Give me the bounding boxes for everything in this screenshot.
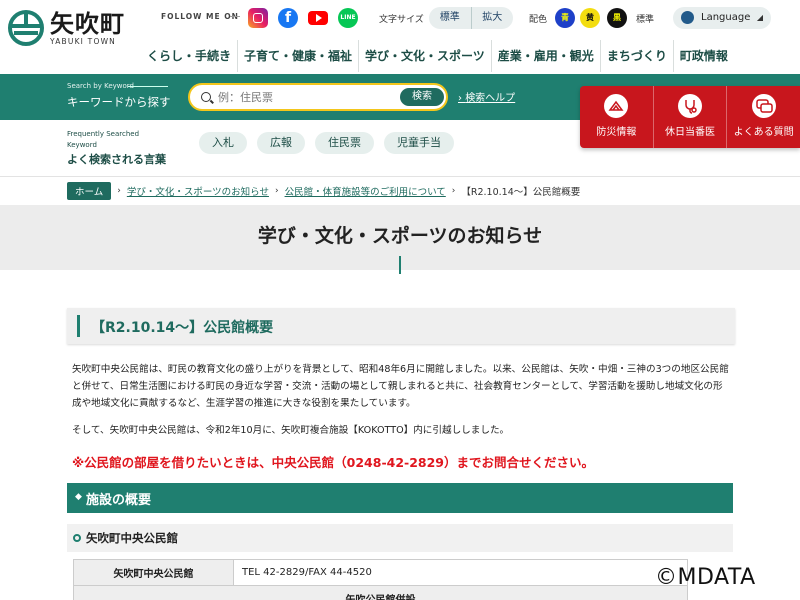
article-heading: 【R2.10.14～】公民館概要 (67, 308, 735, 344)
nav-item-learning-culture[interactable]: 学び・文化・スポーツ (358, 40, 491, 72)
logo-name-en: YABUKI TOWN (50, 36, 116, 46)
article-paragraph-2: そして、矢吹町中央公民館は、令和2年10月に、矢吹町複合施設【KOKOTTO】内… (72, 425, 510, 436)
article-paragraph-1: 矢吹町中央公民館は、町民の教育文化の盛り上がりを背景として、昭和48年6月に開館… (72, 364, 729, 409)
divider (0, 176, 800, 177)
nav-item-industry[interactable]: 産業・雇用・観光 (490, 40, 600, 72)
tag-bulletin[interactable]: 広報 (257, 132, 305, 154)
color-scheme-label: 配色 (529, 15, 548, 25)
quick-link-label: よくある質問 (733, 127, 794, 138)
frequent-label-en: Frequently Searched Keyword (67, 130, 140, 149)
language-label: Language (701, 12, 751, 23)
stethoscope-icon (678, 94, 702, 118)
quick-link-label: 防災情報 (596, 127, 637, 138)
subsection-heading-text: 矢吹町中央公民館 (86, 531, 178, 545)
search-box: 検索 (188, 83, 448, 111)
quick-links: 防災情報 休日当番医 よくある質問 (580, 86, 800, 148)
page-title: 学び・文化・スポーツのお知らせ (257, 225, 543, 247)
nav-item-childcare-health[interactable]: 子育て・健康・福祉 (237, 40, 358, 72)
youtube-icon[interactable] (308, 11, 328, 25)
caret-down-icon: ◢ (756, 13, 763, 22)
font-size-label: 文字サイズ (379, 15, 424, 25)
breadcrumb-home[interactable]: ホーム (67, 182, 112, 200)
table-row: 矢吹公民館併設 (73, 585, 688, 600)
font-size-switch: 標準 拡大 (429, 7, 513, 29)
site-logo[interactable]: 矢吹町 YABUKI TOWN (8, 10, 125, 46)
font-size-large-button[interactable]: 拡大 (472, 7, 514, 29)
search-button[interactable]: 検索 (400, 88, 444, 106)
watermark: ©MDATA (655, 565, 756, 590)
color-black-button[interactable]: 黒 (607, 8, 627, 28)
nav-item-living[interactable]: くらし・手続き (141, 40, 237, 72)
language-selector[interactable]: Language ◢ (673, 7, 771, 29)
tag-bidding[interactable]: 入札 (199, 132, 247, 154)
rental-notice: ※公民館の部屋を借りたいときは、中央公民館（0248-42-2829）までお問合… (72, 455, 595, 470)
divider (230, 16, 240, 17)
chevron-right-icon: › (451, 186, 456, 196)
table-row: 矢吹町中央公民館 TEL 42-2829/FAX 44-4520 (73, 559, 688, 586)
table-cell-label: 矢吹町中央公民館 (73, 559, 234, 586)
faq-icon (751, 94, 776, 118)
search-help-label: 検索ヘルプ (465, 93, 516, 104)
search-label-jp: キーワードから探す (67, 95, 171, 109)
search-input[interactable] (218, 87, 383, 107)
quick-link-disaster[interactable]: 防災情報 (580, 86, 653, 148)
article-heading-text: 【R2.10.14～】公民館概要 (91, 320, 274, 336)
heading-accent-bar (77, 315, 80, 337)
quick-link-faq[interactable]: よくある質問 (726, 86, 800, 148)
chevron-right-icon: › (274, 186, 279, 196)
search-label-en: Search by Keyword (67, 82, 134, 90)
search-help-link[interactable]: › 検索ヘルプ (458, 89, 515, 104)
globe-icon (681, 11, 694, 24)
color-standard-button[interactable]: 標準 (636, 12, 654, 25)
page: 矢吹町 YABUKI TOWN FOLLOW ME ON f LINE 文字サイ… (0, 0, 800, 600)
tag-child-allowance[interactable]: 児童手当 (384, 132, 454, 154)
quick-link-label: 休日当番医 (665, 127, 715, 138)
table-cell-label: 矢吹公民館併設 (73, 585, 688, 600)
divider (399, 256, 401, 274)
facebook-icon[interactable]: f (278, 8, 298, 28)
table-cell-value: TEL 42-2829/FAX 44-4520 (233, 559, 688, 586)
logo-name-jp: 矢吹町 (50, 9, 125, 38)
subsection-heading: 矢吹町中央公民館 (67, 524, 733, 552)
search-icon (201, 92, 211, 102)
frequent-label-jp: よく検索される言葉 (67, 153, 166, 166)
main-nav: くらし・手続き 子育て・健康・福祉 学び・文化・スポーツ 産業・雇用・観光 まち… (141, 40, 800, 72)
breadcrumb-link-learning[interactable]: 学び・文化・スポーツのお知らせ (127, 184, 269, 198)
color-blue-button[interactable]: 青 (555, 8, 575, 28)
chevron-right-icon: › (117, 186, 121, 196)
frequent-tags: 入札 広報 住民票 児童手当 (199, 132, 454, 154)
breadcrumb: ホーム › 学び・文化・スポーツのお知らせ › 公民館・体育施設等のご利用につい… (67, 182, 580, 200)
nav-item-administration[interactable]: 町政情報 (672, 40, 734, 72)
divider (128, 86, 168, 87)
breadcrumb-link-facilities[interactable]: 公民館・体育施設等のご利用について (285, 184, 446, 198)
font-size-standard-button[interactable]: 標準 (429, 7, 472, 29)
follow-me-label: FOLLOW ME ON (161, 12, 239, 21)
town-emblem-icon (8, 10, 44, 46)
nav-item-town-planning[interactable]: まちづくり (599, 40, 673, 72)
section-heading: ◆ 施設の概要 (67, 483, 733, 513)
tag-resident-record[interactable]: 住民票 (315, 132, 374, 154)
facility-table: 矢吹町中央公民館 TEL 42-2829/FAX 44-4520 矢吹公民館併設 (73, 559, 688, 600)
circle-bullet-icon (73, 534, 81, 542)
color-yellow-button[interactable]: 黄 (580, 8, 600, 28)
line-icon[interactable]: LINE (338, 8, 358, 28)
site-header: 矢吹町 YABUKI TOWN FOLLOW ME ON f LINE 文字サイ… (0, 0, 800, 74)
diamond-icon: ◆ (75, 492, 82, 502)
quick-link-holiday-doctor[interactable]: 休日当番医 (652, 86, 727, 148)
instagram-icon[interactable] (248, 8, 268, 28)
disaster-icon (604, 94, 629, 118)
breadcrumb-current: 【R2.10.14～】公民館概要 (461, 187, 581, 198)
section-heading-text: 施設の概要 (86, 493, 152, 508)
